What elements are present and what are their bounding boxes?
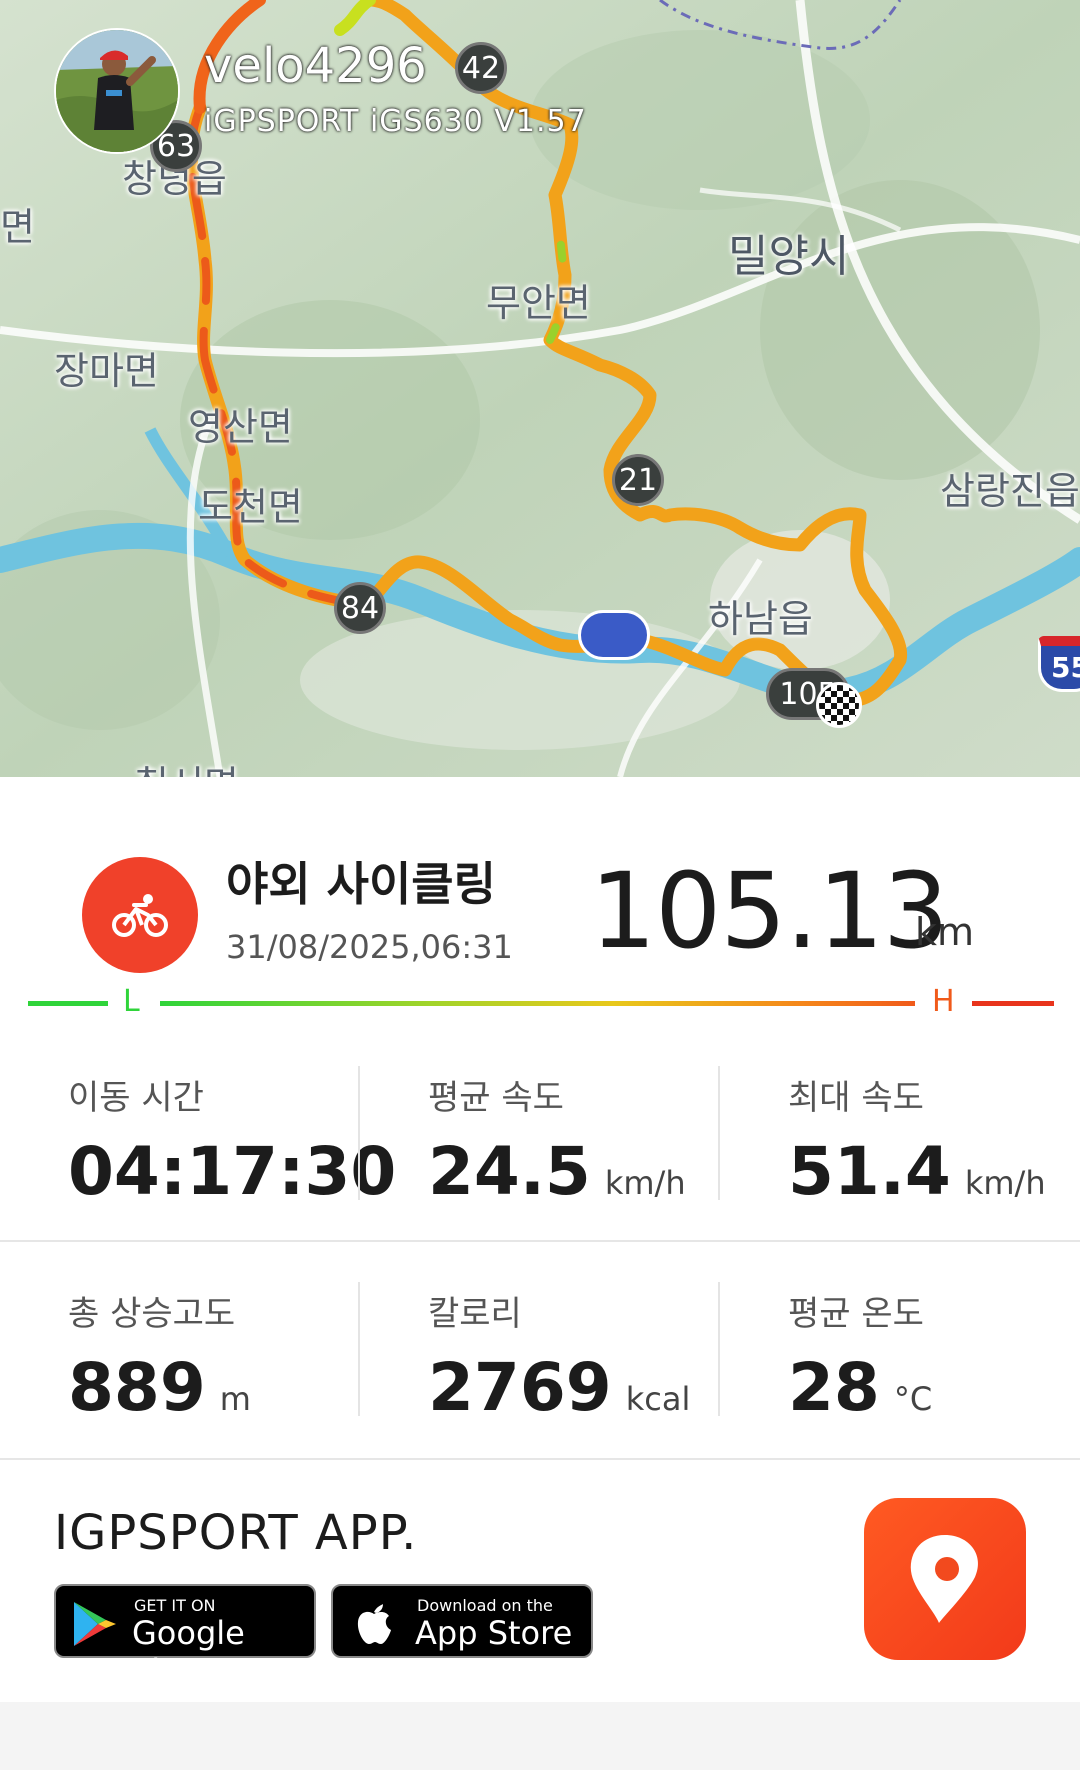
google-play-button[interactable]: GET IT ON Google Play — [54, 1584, 316, 1690]
highway-shield-icon: 55 — [1038, 636, 1080, 692]
stat-label: 평균 온도 — [788, 1294, 924, 1334]
app-store-button[interactable]: Download on the App Store — [331, 1584, 593, 1658]
place-label: 면 — [0, 205, 35, 249]
divider — [718, 1066, 720, 1200]
device-info: iGPSPORT iGS630 V1.57 — [204, 104, 587, 139]
activity-datetime: 31/08/2025,06:31 — [226, 928, 513, 966]
avatar[interactable] — [54, 28, 180, 154]
place-label: 하남읍 — [708, 597, 813, 641]
app-promo-title: IGPSPORT APP. — [54, 1505, 418, 1561]
scale-high-label: H — [932, 984, 955, 1019]
scale-low-label: L — [123, 984, 140, 1019]
place-label: 영산면 — [188, 405, 293, 449]
bicycle-icon — [112, 894, 168, 937]
divider — [0, 1240, 1080, 1242]
total-distance: 105.13 — [590, 850, 949, 972]
location-pin-icon — [910, 1535, 979, 1623]
apple-icon — [357, 1604, 391, 1644]
stat-value: 04:17:30 — [68, 1133, 397, 1210]
stat-calories: 칼로리 2769 kcal — [428, 1286, 690, 1426]
distance-marker[interactable]: 84 — [334, 582, 386, 634]
stat-unit: kcal — [625, 1380, 691, 1418]
place-label: 밀양시 — [728, 231, 850, 282]
highway-shield-icon — [578, 610, 650, 660]
stat-value: 24.5 km/h — [428, 1133, 686, 1210]
google-play-icon — [74, 1602, 116, 1646]
app-store-caption: Download on the — [417, 1596, 553, 1615]
finish-flag-icon[interactable] — [816, 682, 862, 728]
place-label: 삼랑진읍 — [940, 469, 1080, 513]
activity-type-badge — [82, 857, 198, 973]
stat-moving-time: 이동 시간 04:17:30 — [68, 1070, 396, 1210]
place-label: 무안면 — [486, 281, 591, 325]
stat-label: 평균 속도 — [428, 1078, 564, 1118]
distance-marker[interactable]: 42 — [455, 42, 507, 94]
stat-label: 최대 속도 — [788, 1078, 924, 1118]
app-store-label: App Store — [415, 1614, 573, 1652]
distance-marker[interactable]: 21 — [612, 454, 664, 506]
stat-max-speed: 최대 속도 51.4 km/h — [788, 1070, 1046, 1210]
stat-label: 이동 시간 — [68, 1078, 204, 1118]
stat-unit: m — [219, 1380, 251, 1418]
stat-avg-speed: 평균 속도 24.5 km/h — [428, 1070, 686, 1210]
stat-unit: km/h — [964, 1164, 1046, 1202]
scale-high-line — [972, 1001, 1054, 1006]
divider — [358, 1066, 360, 1200]
place-label: 도천면 — [198, 485, 303, 529]
place-label: 장마면 — [54, 349, 159, 393]
divider — [358, 1282, 360, 1416]
stat-value: 2769 kcal — [428, 1349, 691, 1426]
igpsport-app-logo[interactable] — [864, 1498, 1026, 1660]
speed-color-scale — [160, 1001, 915, 1006]
stat-avg-temperature: 평균 온도 28 °C — [788, 1286, 932, 1426]
stat-unit: km/h — [604, 1164, 686, 1202]
stat-unit: °C — [893, 1380, 933, 1418]
username: velo4296 — [204, 38, 427, 94]
google-play-label: Google Play — [132, 1614, 245, 1690]
google-play-caption: GET IT ON — [134, 1596, 216, 1615]
divider — [0, 1458, 1080, 1460]
place-label: 칠서면 — [134, 754, 239, 777]
stat-elevation-gain: 총 상승고도 889 m — [68, 1286, 251, 1426]
stat-value: 51.4 km/h — [788, 1133, 1046, 1210]
stat-label: 칼로리 — [428, 1294, 522, 1334]
stat-value: 889 m — [68, 1349, 251, 1426]
route-map[interactable]: 밀양시 무안면 장마면 영산면 도천면 하남읍 삼랑진읍 창녕읍 면 칠서면 6… — [0, 0, 1080, 777]
distance-unit: km — [915, 910, 975, 954]
stat-label: 총 상승고도 — [68, 1294, 236, 1334]
activity-type: 야외 사이클링 — [226, 857, 496, 911]
highway-number: 55 — [1051, 651, 1080, 684]
scale-low-line — [28, 1001, 108, 1006]
stat-value: 28 °C — [788, 1349, 933, 1426]
divider — [718, 1282, 720, 1416]
